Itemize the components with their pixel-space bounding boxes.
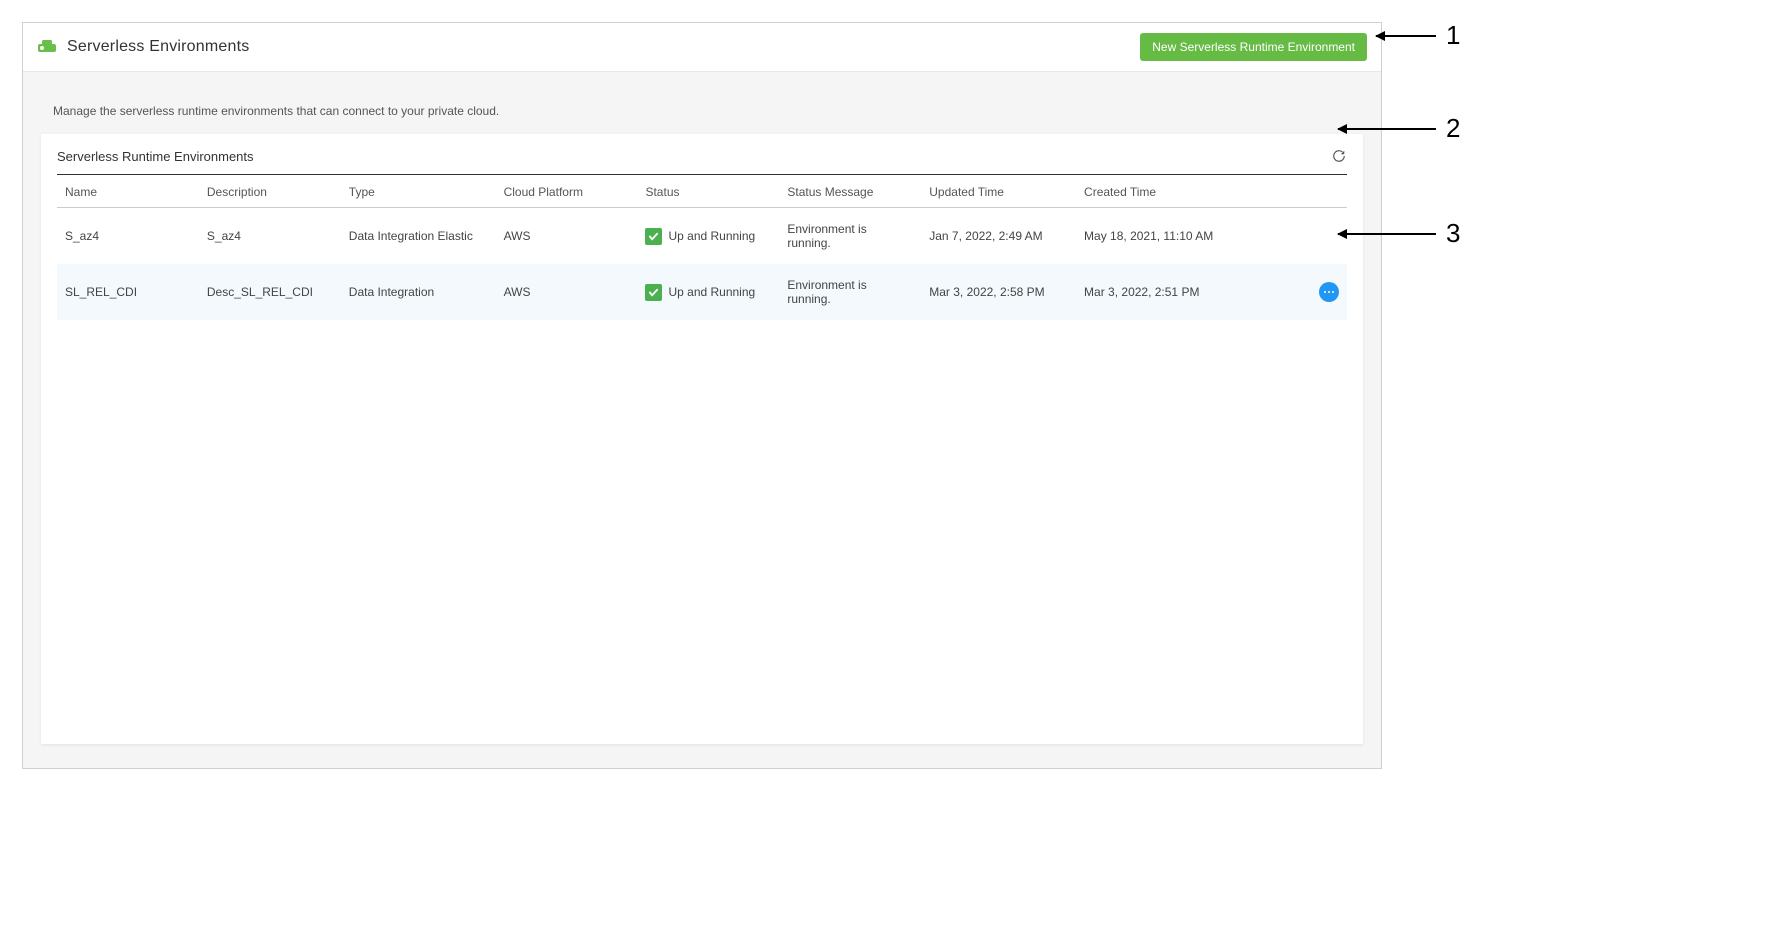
cell-cloud-platform: AWS: [496, 264, 638, 320]
environments-table: Name Description Type Cloud Platform Sta…: [57, 175, 1347, 320]
serverless-icon: [37, 37, 57, 57]
page-title: Serverless Environments: [67, 38, 249, 56]
ellipsis-icon: [1328, 291, 1331, 294]
cell-name: S_az4: [57, 208, 199, 265]
cell-created-time: May 18, 2021, 11:10 AM: [1076, 208, 1282, 265]
cell-type: Data Integration: [341, 264, 496, 320]
column-header-status-message[interactable]: Status Message: [779, 175, 921, 208]
cell-status: Up and Running: [645, 284, 771, 301]
content-area: Manage the serverless runtime environmen…: [23, 72, 1381, 768]
cell-name: SL_REL_CDI: [57, 264, 199, 320]
column-header-description[interactable]: Description: [199, 175, 341, 208]
environments-panel: Serverless Runtime Environments Name Des…: [41, 134, 1363, 744]
column-header-created-time[interactable]: Created Time: [1076, 175, 1282, 208]
cell-status-message: Environment is running.: [779, 208, 921, 265]
ellipsis-icon: [1332, 291, 1335, 294]
page-subtitle: Manage the serverless runtime environmen…: [53, 104, 1363, 118]
annotation-callouts: 1 2 3: [1382, 0, 1502, 791]
table-row[interactable]: SL_REL_CDI Desc_SL_REL_CDI Data Integrat…: [57, 264, 1347, 320]
cell-type: Data Integration Elastic: [341, 208, 496, 265]
status-text: Up and Running: [668, 229, 755, 243]
cell-status: Up and Running: [645, 228, 771, 245]
callout-label: 1: [1446, 20, 1460, 51]
cell-description: S_az4: [199, 208, 341, 265]
column-header-status[interactable]: Status: [637, 175, 779, 208]
column-header-name[interactable]: Name: [57, 175, 199, 208]
new-serverless-runtime-button[interactable]: New Serverless Runtime Environment: [1140, 33, 1367, 61]
callout-label: 3: [1446, 218, 1460, 249]
cell-updated-time: Mar 3, 2022, 2:58 PM: [921, 264, 1076, 320]
row-actions-button[interactable]: [1319, 282, 1339, 302]
table-row[interactable]: S_az4 S_az4 Data Integration Elastic AWS…: [57, 208, 1347, 265]
column-header-type[interactable]: Type: [341, 175, 496, 208]
refresh-icon[interactable]: [1331, 148, 1347, 164]
status-text: Up and Running: [668, 285, 755, 299]
app-frame: Serverless Environments New Serverless R…: [22, 22, 1382, 769]
check-icon: [645, 284, 662, 301]
cell-created-time: Mar 3, 2022, 2:51 PM: [1076, 264, 1282, 320]
panel-title: Serverless Runtime Environments: [57, 149, 254, 164]
check-icon: [645, 228, 662, 245]
column-header-updated-time[interactable]: Updated Time: [921, 175, 1076, 208]
cell-status-message: Environment is running.: [779, 264, 921, 320]
page-header: Serverless Environments New Serverless R…: [23, 23, 1381, 72]
ellipsis-icon: [1324, 291, 1327, 294]
cell-cloud-platform: AWS: [496, 208, 638, 265]
callout-label: 2: [1446, 113, 1460, 144]
column-header-cloud-platform[interactable]: Cloud Platform: [496, 175, 638, 208]
cell-updated-time: Jan 7, 2022, 2:49 AM: [921, 208, 1076, 265]
cell-description: Desc_SL_REL_CDI: [199, 264, 341, 320]
